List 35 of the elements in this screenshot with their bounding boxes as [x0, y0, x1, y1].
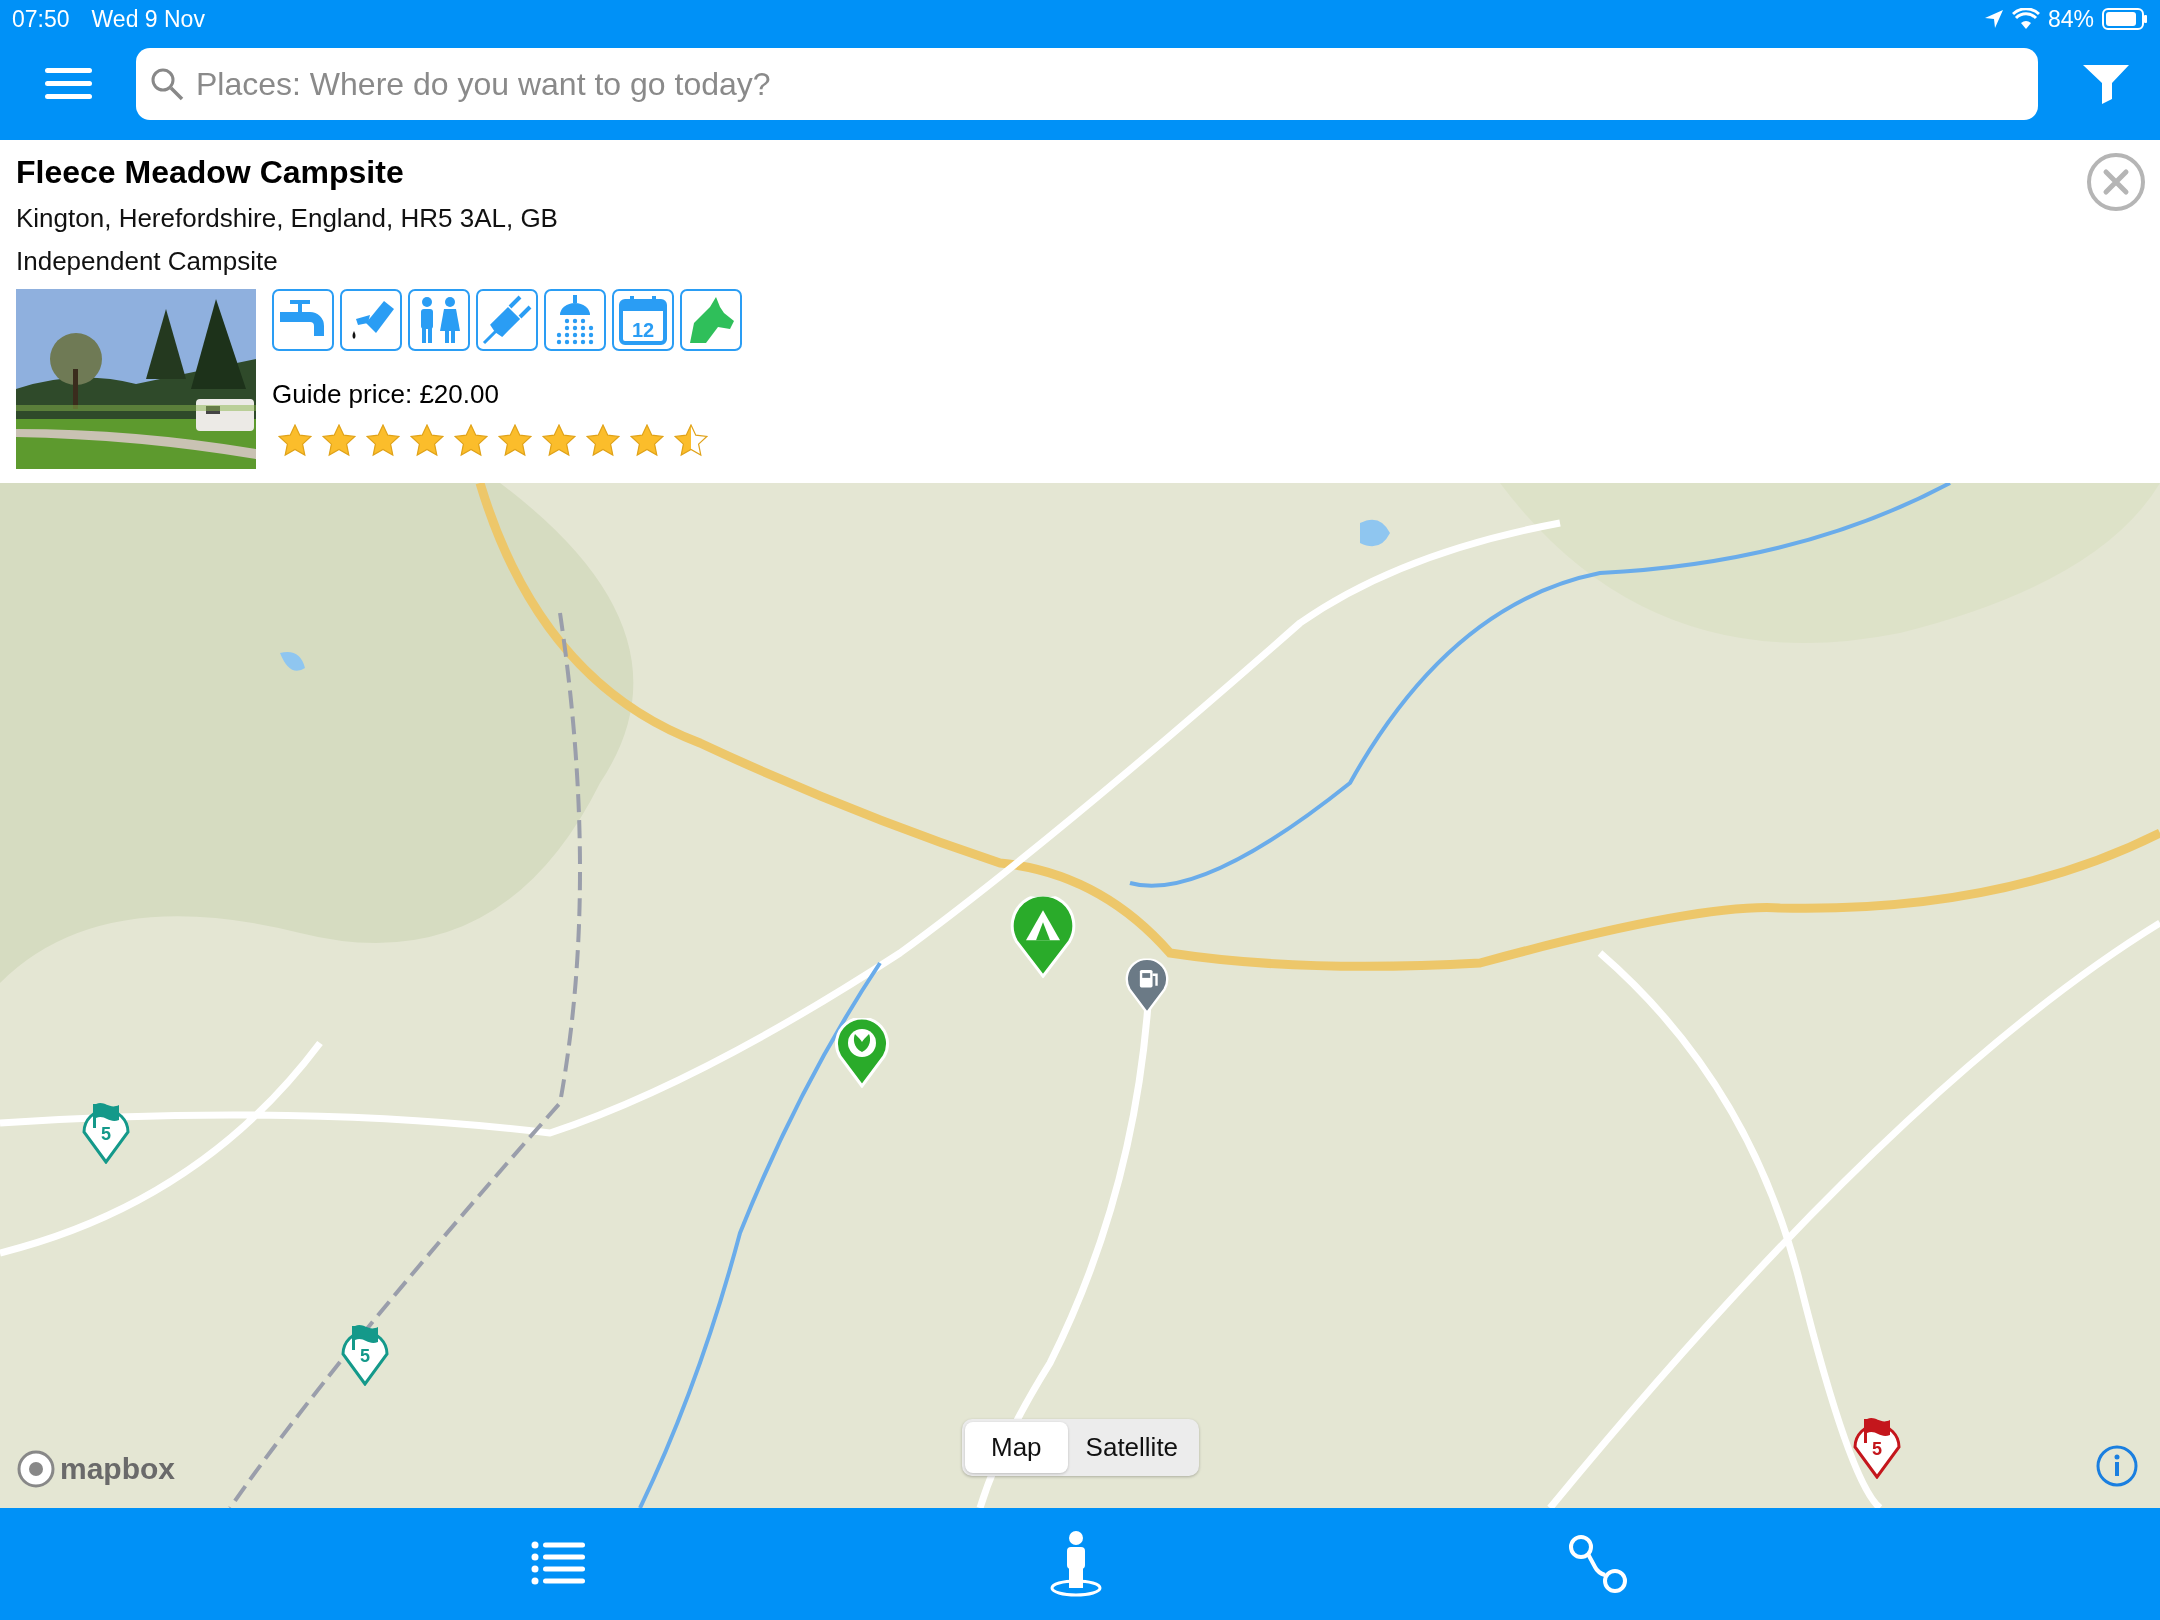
- menu-button[interactable]: [45, 67, 92, 101]
- battery-icon: [2102, 8, 2148, 30]
- location-arrow-icon: [1983, 9, 2004, 29]
- person-button[interactable]: [1048, 1530, 1104, 1598]
- star-icon: [586, 424, 620, 457]
- star-icon: [498, 424, 532, 457]
- status-time: 07:50: [12, 5, 70, 33]
- map-type-tab[interactable]: Satellite: [1067, 1422, 1197, 1473]
- star-icon: [278, 424, 312, 457]
- status-date: Wed 9 Nov: [91, 5, 205, 33]
- place-type: Independent Campsite: [16, 246, 279, 277]
- wifi-icon: [2011, 8, 2040, 30]
- list-button[interactable]: [531, 1541, 586, 1587]
- battery-percentage: 84%: [2047, 5, 2094, 33]
- flower-pin[interactable]: [832, 1017, 891, 1088]
- star-icon: [322, 424, 356, 457]
- place-address: Kington, Herefordshire, England, HR5 3AL, GB: [16, 203, 559, 234]
- map-attribution: mapbox: [60, 1452, 176, 1486]
- star-icon: [366, 424, 400, 457]
- star-icon: [542, 424, 576, 457]
- plug-icon: [482, 295, 532, 345]
- search-field[interactable]: Places: Where do you want to go today?: [136, 48, 2038, 120]
- star-icon: [630, 424, 664, 457]
- guide-price: Guide price: £20.00: [272, 379, 500, 410]
- filter-button[interactable]: [2082, 63, 2130, 105]
- place-name: Fleece Meadow Campsite: [16, 154, 404, 191]
- star-icon: [674, 424, 708, 457]
- map-type-tab[interactable]: Map: [965, 1422, 1068, 1473]
- route-button[interactable]: [1566, 1533, 1629, 1595]
- close-button[interactable]: [2086, 152, 2146, 212]
- logo-icon: [16, 1449, 56, 1489]
- star-icon: [454, 424, 488, 457]
- search-icon: [150, 67, 184, 101]
- star-icon: [410, 424, 444, 457]
- info-button[interactable]: [2095, 1444, 2139, 1488]
